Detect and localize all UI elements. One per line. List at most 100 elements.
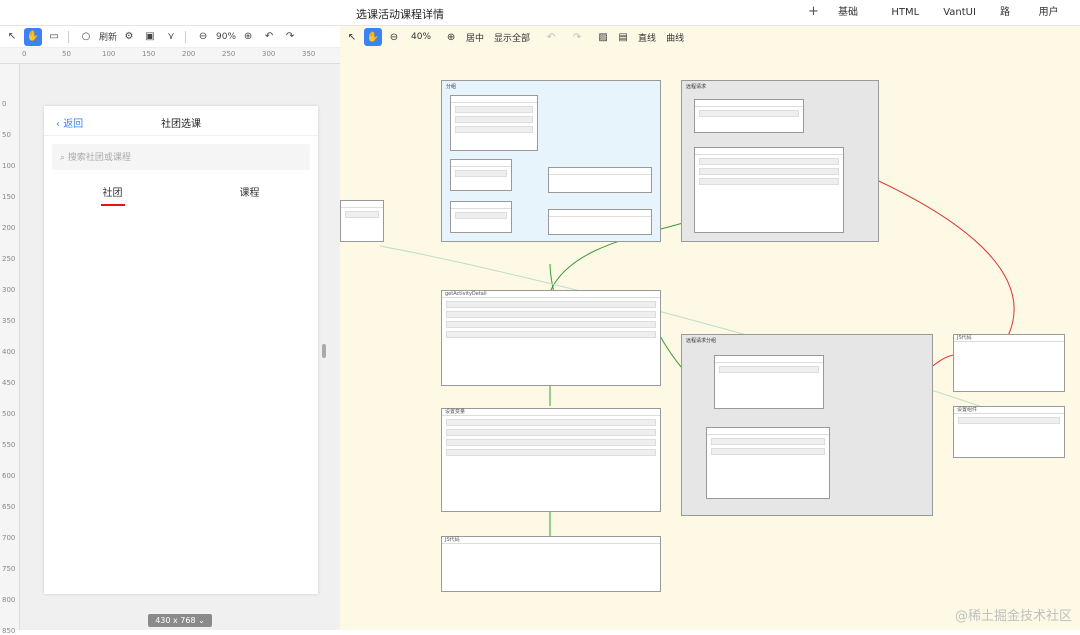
nav-bar: ‹ 返回 社团选课 <box>44 106 318 136</box>
preview-toolbar: ↖ ✋ ▭ ○ 刷新 ⚙ ▣ ⋎ ⊖ 90% ⊕ ↶ ↷ <box>0 26 340 48</box>
flow-node[interactable] <box>714 355 824 409</box>
tab-router[interactable]: 路由 <box>988 0 1027 44</box>
ruler-tick: 250 <box>2 255 16 263</box>
node-header <box>451 202 511 209</box>
node-row <box>455 170 507 177</box>
ruler-tick: 450 <box>2 379 16 387</box>
node-header <box>549 210 651 217</box>
add-tab-button[interactable]: + <box>808 4 819 19</box>
resize-handle[interactable] <box>322 344 326 358</box>
settings-icon[interactable]: ⚙ <box>120 28 138 46</box>
top-bar: 选课活动课程详情 + 基础组件 HTML VantUI 路由 用户组件 <box>0 0 1080 44</box>
ruler-tick: 150 <box>2 193 16 201</box>
assign-node[interactable]: 设置变量 <box>441 408 661 512</box>
zoom-level: 90% <box>216 31 237 42</box>
flow-node[interactable] <box>694 99 804 133</box>
top-nav: 基础组件 HTML VantUI 路由 用户组件 <box>826 0 1080 44</box>
flow-node[interactable] <box>706 427 830 499</box>
node-header <box>451 160 511 167</box>
component-node[interactable]: 设置组件 <box>953 406 1065 458</box>
flow-canvas[interactable]: ↖ ✋ ⊖ 40% ⊕ 居中 显示全部 ↶ ↷ ▨ ▤ 直线 曲线 分组 远程请… <box>340 26 1080 630</box>
zoom-in-icon[interactable]: ⊕ <box>239 28 257 46</box>
tab-basic-components[interactable]: 基础组件 <box>826 0 879 44</box>
group-block[interactable]: 远程请求分组 <box>681 334 933 516</box>
group-block[interactable]: 分组 <box>441 80 661 242</box>
group-title: 分组 <box>446 84 457 90</box>
undo-icon[interactable]: ↶ <box>260 28 278 46</box>
tab-clubs[interactable]: 社团 <box>44 178 181 206</box>
refresh-icon[interactable]: ○ <box>77 28 95 46</box>
node-header <box>715 356 823 363</box>
node-row <box>455 116 533 123</box>
group-title: 远程请求 <box>686 84 707 90</box>
node-header: 设置变量 <box>442 409 660 416</box>
search-input[interactable]: ⌕ 搜索社团或课程 <box>52 144 310 170</box>
node-row <box>446 449 656 456</box>
search-placeholder: 搜索社团或课程 <box>67 153 131 163</box>
node-header <box>549 168 651 175</box>
ruler-tick: 200 <box>182 50 196 58</box>
node-row <box>699 178 839 185</box>
tab-user-components[interactable]: 用户组件 <box>1027 0 1080 44</box>
flow-node[interactable] <box>450 95 538 151</box>
hand-icon[interactable]: ✋ <box>24 27 42 46</box>
ruler-tick: 50 <box>2 131 11 139</box>
node-header: 设置组件 <box>954 407 1064 414</box>
ruler-tick: 300 <box>262 50 276 58</box>
ruler-tick: 0 <box>2 100 7 108</box>
code-node[interactable]: JS代码 <box>953 334 1065 392</box>
node-row <box>446 321 656 328</box>
node-row <box>446 311 656 318</box>
ruler-tick: 650 <box>2 503 16 511</box>
ruler-tick: 350 <box>302 50 316 58</box>
flow-node[interactable] <box>450 159 512 191</box>
flow-node[interactable] <box>694 147 844 233</box>
redo-icon[interactable]: ↷ <box>281 28 299 46</box>
flow-node[interactable] <box>450 201 512 233</box>
ruler-tick: 100 <box>2 162 16 170</box>
ruler-tick: 0 <box>22 50 27 58</box>
ruler-tick: 750 <box>2 565 16 573</box>
flow-node[interactable] <box>340 200 384 242</box>
node-header: getActivityDetail <box>442 291 660 298</box>
ruler-tick: 500 <box>2 410 16 418</box>
page-title: 社团选课 <box>161 119 201 130</box>
ruler-tick: 50 <box>62 50 71 58</box>
merge-icon[interactable]: ⋎ <box>162 28 180 46</box>
tab-html[interactable]: HTML <box>879 0 931 26</box>
ruler-tick: 250 <box>222 50 236 58</box>
ruler-tick: 350 <box>2 317 16 325</box>
watermark: @稀土掘金技术社区 <box>954 609 1072 624</box>
zoom-out-icon[interactable]: ⊖ <box>194 28 212 46</box>
node-row <box>446 439 656 446</box>
code-node[interactable]: JS代码 <box>441 536 661 592</box>
node-row <box>699 168 839 175</box>
ruler-tick: 800 <box>2 596 16 604</box>
node-row <box>446 429 656 436</box>
code-node[interactable] <box>548 209 652 235</box>
node-header <box>341 201 383 208</box>
node-header: JS代码 <box>954 335 1064 342</box>
ruler-tick: 700 <box>2 534 16 542</box>
tab-vantui[interactable]: VantUI <box>931 0 988 26</box>
tab-courses[interactable]: 课程 <box>181 178 318 204</box>
vertical-ruler: 0 50 100 150 200 250 300 350 400 450 500 550 600 650 7… <box>0 64 20 635</box>
ruler-tick: 400 <box>2 348 16 356</box>
clipboard-icon[interactable]: ▣ <box>141 28 159 46</box>
divider <box>185 30 187 43</box>
group-block[interactable]: 远程请求 <box>681 80 879 242</box>
node-header <box>451 96 537 103</box>
code-node[interactable] <box>548 167 652 193</box>
horizontal-ruler: 050100150200250300350400 <box>0 48 355 64</box>
node-row <box>446 301 656 308</box>
refresh-button[interactable]: 刷新 <box>99 30 117 43</box>
ruler-tick: 300 <box>2 286 16 294</box>
device-size-selector[interactable]: 430 x 768 ⌄ <box>148 614 212 627</box>
node-header <box>695 100 803 107</box>
rectangle-icon[interactable]: ▭ <box>45 28 63 46</box>
request-node[interactable]: getActivityDetail <box>441 290 661 386</box>
cursor-icon[interactable]: ↖ <box>3 28 21 46</box>
node-row <box>719 366 819 373</box>
group-title: 远程请求分组 <box>686 338 717 344</box>
node-row <box>958 417 1060 424</box>
